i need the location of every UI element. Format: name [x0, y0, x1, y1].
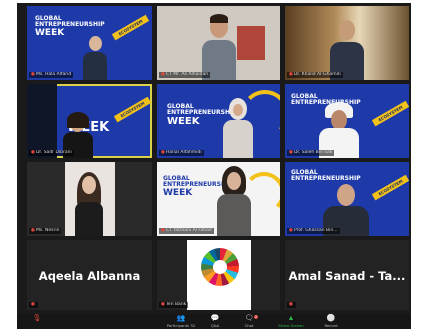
banner-week: WEEK [35, 27, 65, 38]
chat-button[interactable]: 🗨 2 Chat [231, 315, 267, 328]
video-tile[interactable]: GLOBAL ENTREPRENEURSHIP ECOSYSTEM ●Dr. S… [285, 84, 409, 158]
tile-name: ●Dr. Khalid Al-Ghamdi [287, 72, 343, 78]
participant-avatar [83, 34, 107, 80]
tile-name: ●CT Mr. Ali Alhaidari [159, 72, 211, 78]
participant-display-name: Aqeela Albanna [38, 269, 141, 283]
participants-button[interactable]: 👥 Participants 32 [163, 315, 199, 328]
video-tile[interactable]: GLOBAL ENTREPRENEURSHIP WEEK ●Hanal Alfa… [157, 84, 280, 158]
participant-avatar [75, 172, 103, 236]
banner-line: ENTREPRENEURSHIP [291, 175, 361, 183]
record-button[interactable]: ⚪ Record [313, 315, 349, 328]
ecosystem-ribbon: ECOSYSTEM [371, 174, 409, 201]
record-label: Record [324, 323, 338, 328]
qa-button[interactable]: 💬 Q&A [197, 315, 233, 328]
chat-label: Chat [244, 323, 254, 328]
share-screen-label: Share Screen [278, 323, 304, 328]
tile-name: ●CT Yatmani Al Fahad [159, 228, 214, 234]
tile-name: ●Dr. Sadr Dibrani [29, 150, 74, 156]
video-tile[interactable]: ●Ten Bank [157, 240, 280, 310]
share-screen-icon: ▲ [287, 315, 295, 322]
participants-icon: 👥 [176, 315, 186, 322]
banner-week: WEEK [167, 115, 200, 127]
video-tile-camera-off[interactable]: Aqeela Albanna ● [27, 240, 152, 310]
video-tile-camera-off[interactable]: Amal Sanad - Ta... ● [285, 240, 409, 310]
participants-label: Participants 32 [166, 323, 196, 328]
participant-avatar [217, 166, 251, 236]
tile-name: ● [287, 302, 296, 308]
tile-name: ●Hanal Alfahmidi [159, 150, 204, 156]
qa-icon: 💬 [210, 315, 220, 322]
video-tile[interactable]: ●CT Mr. Ali Alhaidari [157, 6, 280, 80]
meeting-window: GLOBAL ENTREPRENEURSHIP WEEK ECOSYSTEM ●… [17, 3, 411, 329]
record-icon: ⚪ [326, 315, 336, 322]
participant-avatar [330, 20, 364, 80]
ecosystem-ribbon: ECOSYSTEM [371, 100, 409, 127]
tile-name: ●Ten Bank [159, 302, 189, 308]
tile-name: ●Ms. Hala Alfarid [29, 72, 74, 78]
participant-avatar [202, 14, 236, 80]
video-tile[interactable]: ●Ms. Nesrin [27, 162, 152, 236]
tile-name: ●Ms. Nesrin [29, 228, 62, 234]
video-tile[interactable]: GLOBAL ENTREPRENEURSHIP WEEK ECOSYSTEM ●… [27, 6, 152, 80]
video-tile[interactable]: ●Dr. Khalid Al-Ghamdi [285, 6, 409, 80]
video-tile[interactable]: GLOBAL ENTREPRENEURSHIP WEEK ●CT Yatmani… [157, 162, 280, 236]
video-tile-active-speaker[interactable]: WEEK ECOSYSTEM ●Dr. Sadr Dibrani [27, 84, 152, 158]
tile-name: ●Dr. Saleh Bin Sak [287, 150, 335, 156]
participant-display-name: Amal Sanad - Ta... [288, 269, 406, 283]
share-screen-button[interactable]: ▲ Share Screen [273, 315, 309, 328]
tile-name: ●Prof. Ghassan Bin... [287, 228, 340, 234]
tile-name: ● [29, 302, 38, 308]
ecosystem-ribbon: ECOSYSTEM [111, 14, 150, 41]
mic-button[interactable]: 🎙 [19, 315, 55, 323]
banner-week: WEEK [163, 187, 193, 198]
participant-avatar [223, 98, 253, 158]
chat-icon: 🗨 [244, 315, 254, 322]
video-tile[interactable]: GLOBAL ENTREPRENEURSHIP ECOSYSTEM ●Prof.… [285, 162, 409, 236]
ecosystem-ribbon: ECOSYSTEM [113, 96, 152, 123]
chat-badge: 2 [254, 315, 258, 319]
mic-icon: 🎙 [32, 315, 42, 322]
qa-label: Q&A [210, 323, 220, 328]
meeting-toolbar: 🎙 👥 Participants 32 💬 Q&A 🗨 2 Chat ▲ Sha… [17, 314, 411, 329]
